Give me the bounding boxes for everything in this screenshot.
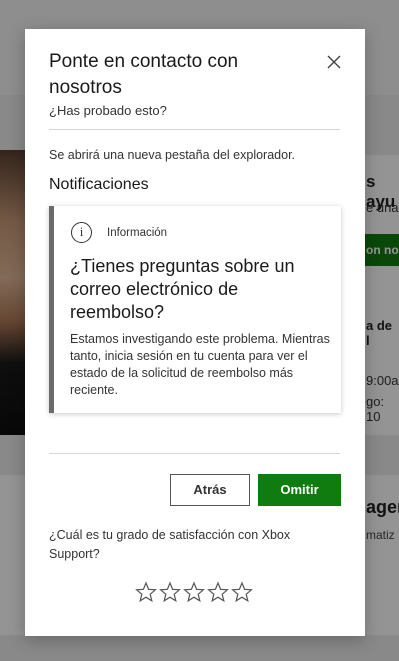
info-question: ¿Tienes preguntas sobre un correo electr… (70, 256, 295, 322)
info-body: Estamos investigando este problema. Mien… (70, 332, 330, 397)
info-label: Información (107, 227, 168, 239)
close-icon (327, 55, 341, 69)
star-icon[interactable] (159, 581, 181, 603)
section-heading: Notificaciones (49, 176, 149, 193)
star-icon[interactable] (135, 581, 157, 603)
new-tab-note: Se abrirá una nueva pestaña del explorad… (49, 148, 296, 162)
star-icon[interactable] (207, 581, 229, 603)
star-icon[interactable] (183, 581, 205, 603)
back-button[interactable]: Atrás (170, 474, 250, 506)
divider (49, 129, 340, 130)
contact-dialog: Ponte en contacto con nosotros ¿Has prob… (25, 29, 365, 636)
dialog-title: Ponte en contacto con nosotros (49, 51, 239, 98)
star-icon[interactable] (231, 581, 253, 603)
dialog-subtitle: ¿Has probado esto? (49, 103, 167, 118)
skip-button[interactable]: Omitir (258, 474, 341, 506)
close-button[interactable] (323, 51, 345, 73)
info-card[interactable]: i Información ¿Tienes preguntas sobre un… (49, 206, 341, 413)
divider (49, 453, 340, 454)
star-rating[interactable] (135, 581, 253, 603)
satisfaction-question: ¿Cuál es tu grado de satisfacción con Xb… (49, 528, 291, 561)
info-icon: i (71, 222, 92, 243)
